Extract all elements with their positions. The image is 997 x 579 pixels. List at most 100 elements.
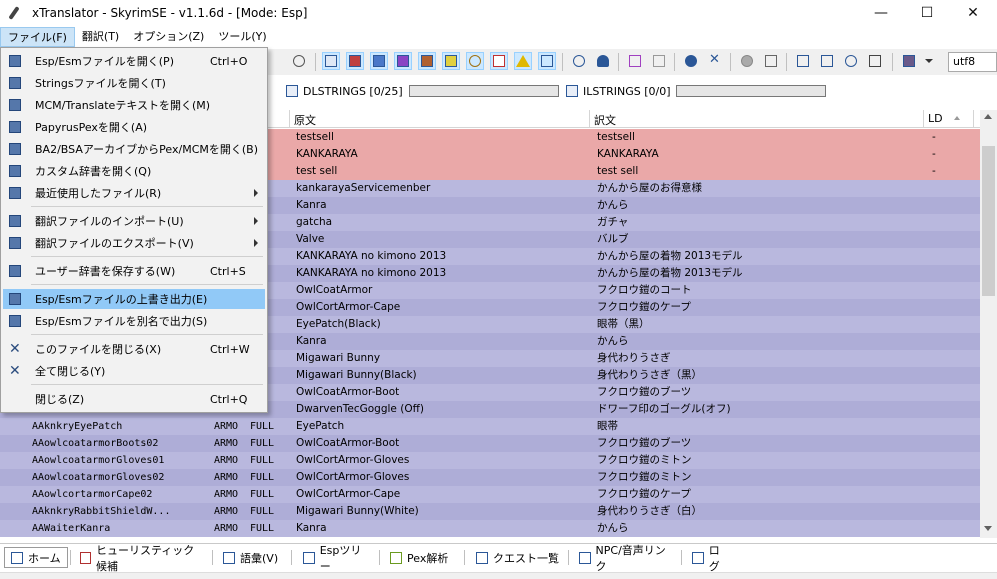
menu-item-label: ユーザー辞書を保存する(W) — [35, 265, 176, 278]
export-icon[interactable] — [794, 52, 812, 70]
toolbar-separator — [315, 53, 316, 71]
menu-export-translation[interactable]: 翻訳ファイルのエクスポート(V) — [3, 233, 265, 253]
tab-vocab[interactable]: 語彙(V) — [217, 547, 289, 568]
list-icon[interactable] — [650, 52, 668, 70]
tab-quests[interactable]: クエスト一覧 — [470, 547, 566, 568]
tab-separator — [681, 550, 682, 565]
tab-separator — [212, 550, 213, 565]
scroll-thumb[interactable] — [982, 146, 995, 296]
minimize-button[interactable]: — — [858, 0, 904, 26]
menu-overwrite-esp[interactable]: Esp/Esmファイルの上書き出力(E) — [3, 289, 265, 309]
cell-edid: AAowlcoatarmorBoots02 — [32, 438, 159, 449]
header-translation[interactable]: 訳文 — [590, 110, 924, 128]
menu-tools[interactable]: ツール(Y) — [211, 27, 273, 47]
table-icon[interactable] — [762, 52, 780, 70]
menu-item-label: BA2/BSAアーカイブからPex/MCMを開く(B) — [35, 143, 259, 156]
table-row[interactable]: AAowlcoatarmorBoots02 ARMO FULL OwlCoatArmo… — [0, 435, 980, 452]
search-icon[interactable] — [466, 52, 484, 70]
menu-item-label: Esp/Esmファイルを開く(P) — [35, 55, 174, 68]
cell-translation: フクロウ鎧のケープ — [597, 488, 691, 500]
filter-red-icon[interactable] — [346, 52, 364, 70]
chevron-down-icon[interactable] — [920, 52, 938, 70]
table-row[interactable]: AAowlcortarmorCape02 ARMO FULL OwlCortArmor… — [0, 486, 980, 503]
tab-heuristic[interactable]: ヒューリスティック候補 — [74, 544, 210, 573]
menu-import-translation[interactable]: 翻訳ファイルのインポート(U) — [3, 211, 265, 231]
image-dropdown-icon[interactable] — [900, 52, 918, 70]
cell-source: OwlCortArmor-Gloves — [296, 471, 410, 483]
table-row[interactable]: AAknkryEyePatch ARMO FULL EyePatch 眼帯 — [0, 418, 980, 435]
cell-source: Migawari Bunny(Black) — [296, 369, 417, 381]
comment-icon[interactable] — [570, 52, 588, 70]
vertical-scrollbar[interactable] — [980, 110, 997, 538]
cell-translation: 身代わりうさぎ（黒） — [597, 369, 702, 381]
spellcheck-icon[interactable] — [490, 52, 508, 70]
menu-open-esp[interactable]: Esp/Esmファイルを開く(P) Ctrl+O — [3, 51, 265, 71]
cell-ld — [928, 401, 968, 418]
pin-icon[interactable] — [738, 52, 756, 70]
menu-recent-files[interactable]: 最近使用したファイル(R) — [3, 183, 265, 203]
filter-blue-icon[interactable] — [370, 52, 388, 70]
menu-bar: ファイル(F) 翻訳(T) オプション(Z) ツール(Y) — [0, 27, 997, 47]
table-row[interactable]: AAWaiterKanra ARMO FULL Kanra かんら — [0, 520, 980, 537]
tab-pex[interactable]: Pex解析 — [384, 547, 462, 568]
header-ld[interactable]: LD — [924, 110, 974, 128]
filter-list-icon[interactable] — [322, 52, 340, 70]
user-icon[interactable] — [594, 52, 612, 70]
tab-separator — [70, 550, 71, 565]
tab-esp-tree[interactable]: Espツリー — [297, 544, 377, 573]
code-icon[interactable] — [866, 52, 884, 70]
table-row[interactable]: AAowlcoatarmorGloves01 ARMO FULL OwlCortArm… — [0, 452, 980, 469]
menu-options[interactable]: オプション(Z) — [126, 27, 211, 47]
toolbar-separator — [618, 53, 619, 71]
menu-open-archive[interactable]: BA2/BSAアーカイブからPex/MCMを開く(B) — [3, 139, 265, 159]
cell-source: OwlCortArmor-Cape — [296, 301, 401, 313]
menu-translate[interactable]: 翻訳(T) — [75, 27, 126, 47]
warning-icon[interactable] — [514, 52, 532, 70]
close-button[interactable]: ✕ — [950, 0, 996, 26]
menu-close-all[interactable]: ✕ 全て閉じる(Y) — [3, 361, 265, 381]
compass-icon[interactable] — [682, 52, 700, 70]
find-user-icon[interactable] — [842, 52, 860, 70]
import-icon — [9, 215, 21, 227]
tab-npc-voice[interactable]: NPC/音声リンク — [573, 544, 679, 573]
grid-view-icon[interactable] — [538, 52, 556, 70]
cell-source: OwlCortArmor-Gloves — [296, 454, 410, 466]
menu-close-file[interactable]: ✕ このファイルを閉じる(X) Ctrl+W — [3, 339, 265, 359]
filter-mixed-icon[interactable] — [418, 52, 436, 70]
scroll-down-arrow[interactable] — [984, 526, 992, 531]
table-row[interactable]: AAowlcoatarmorGloves02 ARMO FULL OwlCortArm… — [0, 469, 980, 486]
menu-open-mcm[interactable]: MCM/Translateテキストを開く(M) — [3, 95, 265, 115]
ilstrings-bar — [676, 85, 827, 97]
menu-open-pex[interactable]: PapyrusPexを開く(A) — [3, 117, 265, 137]
menu-open-dictionary[interactable]: カスタム辞書を開く(Q) — [3, 161, 265, 181]
menu-save-dictionary[interactable]: ユーザー辞書を保存する(W) Ctrl+S — [3, 261, 265, 281]
cell-ld: - — [932, 148, 936, 160]
save-as-icon — [9, 315, 21, 327]
close-icon: ✕ — [9, 341, 21, 357]
menu-separator — [31, 206, 263, 207]
encoding-select[interactable]: utf8 — [948, 52, 997, 72]
maximize-button[interactable]: ☐ — [904, 0, 950, 26]
scroll-up-arrow[interactable] — [984, 114, 992, 119]
ilstrings-label: ILSTRINGS [0/0] — [583, 84, 671, 98]
toolbar-separator — [674, 53, 675, 71]
brackets-icon[interactable] — [626, 52, 644, 70]
menu-open-strings[interactable]: Stringsファイルを開く(T) — [3, 73, 265, 93]
header-source[interactable]: 原文 — [290, 110, 590, 128]
tab-home[interactable]: ホーム — [4, 547, 68, 568]
delete-icon[interactable]: ✕ — [706, 52, 724, 70]
cell-source: gatcha — [296, 216, 333, 228]
cell-source: OwlCortArmor-Cape — [296, 488, 401, 500]
menu-item-shortcut: Ctrl+W — [210, 342, 250, 356]
filter-yellow-icon[interactable] — [442, 52, 460, 70]
menu-file[interactable]: ファイル(F) — [0, 27, 75, 47]
cell-ld: - — [932, 165, 936, 177]
tab-log[interactable]: ログ — [686, 544, 736, 573]
cell-translation: フクロウ鎧のコート — [597, 284, 692, 296]
menu-save-esp-as[interactable]: Esp/Esmファイルを別名で出力(S) — [3, 311, 265, 331]
import-icon[interactable] — [818, 52, 836, 70]
spinner-icon[interactable] — [290, 52, 308, 70]
menu-exit[interactable]: 閉じる(Z) Ctrl+Q — [3, 389, 265, 409]
filter-purple-icon[interactable] — [394, 52, 412, 70]
table-row[interactable]: AAknkryRabbitShieldW... ARMO FULL Migawari … — [0, 503, 980, 520]
